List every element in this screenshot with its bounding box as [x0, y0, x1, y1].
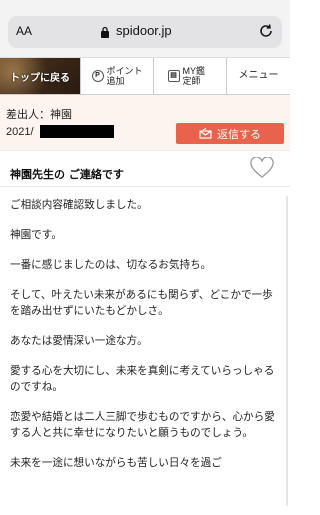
heart-icon[interactable] — [250, 157, 274, 179]
back-to-top-button[interactable]: トップに戻る — [0, 58, 80, 94]
menu-label: メニュー — [238, 70, 279, 81]
back-to-top-label: トップに戻る — [10, 72, 70, 84]
message-header: 差出人：神園 2021/ 返信する — [0, 95, 290, 151]
body-paragraph: 神園です。 — [10, 229, 62, 241]
browser-address-bar: AA spidoor.jp — [0, 0, 290, 62]
body-paragraph: 恋愛や結婚とは二人三脚で歩むものですから、心から愛する人と共に幸せになりたいと願… — [10, 411, 275, 439]
menu-button[interactable]: メニュー — [226, 58, 290, 94]
site-navigation: トップに戻る P ポイント追加 ▤ MY鑑定師 メニュー — [0, 57, 290, 95]
sender-label: 差出人： — [6, 108, 50, 121]
body-paragraph: 一番に感じましたのは、切なるお気持ち。 — [10, 259, 212, 271]
add-points-label: ポイント追加 — [106, 66, 143, 86]
url-text: spidoor.jp — [116, 23, 172, 38]
divider — [0, 186, 290, 187]
reply-icon — [199, 128, 212, 139]
body-paragraph: 未来を一途に想いながらも苦しい日々を過ご — [10, 457, 222, 469]
message-date: 2021/ — [6, 126, 34, 138]
body-paragraph: あなたは愛情深い一途な方。 — [10, 335, 148, 347]
sender-name: 神園 — [50, 108, 72, 121]
reload-icon[interactable] — [258, 23, 274, 39]
sender-line: 差出人：神園 — [6, 106, 72, 122]
redacted-date — [40, 125, 114, 138]
message-subject: 神園先生の ご連絡です — [10, 168, 124, 181]
points-icon: P — [91, 70, 104, 82]
my-fortune-teller-button[interactable]: ▤ MY鑑定師 — [153, 58, 226, 94]
url-field[interactable]: AA spidoor.jp — [8, 16, 282, 48]
my-fortune-teller-label: MY鑑定師 — [182, 66, 206, 86]
fortune-teller-icon: ▤ — [167, 70, 180, 82]
message-body: ご相談内容確認致しました。 神園です。 一番に感じましたのは、切なるお気持ち。 … — [10, 197, 282, 485]
reply-button[interactable]: 返信する — [176, 123, 284, 144]
reply-label: 返信する — [217, 127, 261, 141]
add-points-button[interactable]: P ポイント追加 — [80, 58, 153, 94]
text-size-button[interactable]: AA — [16, 24, 32, 38]
scrollbar[interactable] — [286, 196, 288, 506]
body-paragraph: そして、叶えたい未来があるにも関らず、どこかで一歩を踏み出せずにいたもどかしさ。 — [10, 289, 273, 317]
body-paragraph: ご相談内容確認致しました。 — [10, 199, 148, 211]
lock-icon — [101, 26, 109, 38]
body-paragraph: 愛する心を大切にし、未来を真剣に考えていらっしゃるのですね。 — [10, 365, 275, 393]
